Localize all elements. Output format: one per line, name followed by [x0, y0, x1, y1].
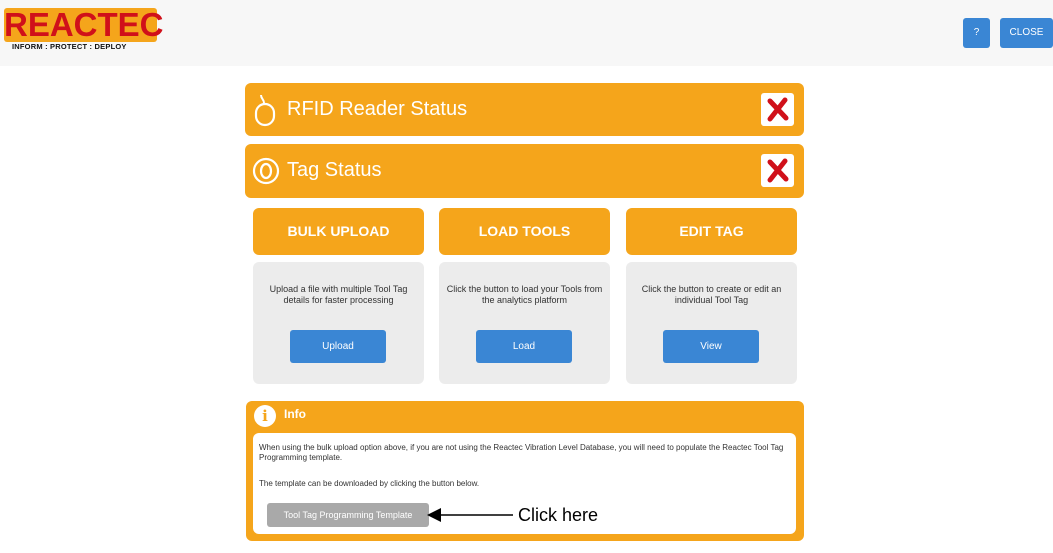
red-x-icon: [761, 154, 794, 187]
tool-tag-programming-template-button[interactable]: Tool Tag Programming Template: [267, 503, 429, 527]
rfid-reader-status-bar: RFID Reader Status: [245, 83, 804, 136]
rfid-reader-icon: [254, 94, 276, 127]
arrow-left-icon: [427, 508, 513, 522]
bulk-upload-description: Upload a file with multiple Tool Tag det…: [269, 284, 408, 305]
load-tools-panel: Click the button to load your Tools from…: [439, 262, 610, 384]
edit-tag-description: Click the button to create or edit an in…: [641, 284, 782, 305]
red-x-icon: [761, 93, 794, 126]
header-bar: REACTEC INFORM : PROTECT : DEPLOY ? CLOS…: [0, 0, 1053, 66]
click-here-annotation: Click here: [518, 505, 599, 525]
load-tools-header: LOAD TOOLS: [439, 208, 610, 255]
reactec-logo: REACTEC INFORM : PROTECT : DEPLOY: [4, 6, 164, 54]
close-button[interactable]: CLOSE: [1000, 18, 1053, 48]
bulk-upload-header: BULK UPLOAD: [253, 208, 424, 255]
logo-tagline: INFORM : PROTECT : DEPLOY: [12, 42, 127, 51]
tag-status-bar: Tag Status: [245, 144, 804, 198]
view-button[interactable]: View: [663, 330, 759, 363]
edit-tag-panel: Click the button to create or edit an in…: [626, 262, 797, 384]
load-button[interactable]: Load: [476, 330, 572, 363]
help-button[interactable]: ?: [963, 18, 990, 48]
tag-status-label: Tag Status: [287, 159, 382, 181]
upload-button[interactable]: Upload: [290, 330, 386, 363]
logo-text: REACTEC: [4, 6, 164, 43]
edit-tag-header: EDIT TAG: [626, 208, 797, 255]
info-text-bulk-upload: When using the bulk upload option above,…: [259, 443, 784, 462]
rfid-reader-status-label: RFID Reader Status: [287, 98, 468, 120]
info-icon: i: [254, 405, 276, 427]
bulk-upload-panel: Upload a file with multiple Tool Tag det…: [253, 262, 424, 384]
load-tools-description: Click the button to load your Tools from…: [446, 284, 603, 305]
info-title: Info: [284, 407, 306, 421]
tag-icon: [252, 157, 280, 185]
info-text-download: The template can be downloaded by clicki…: [259, 479, 480, 488]
